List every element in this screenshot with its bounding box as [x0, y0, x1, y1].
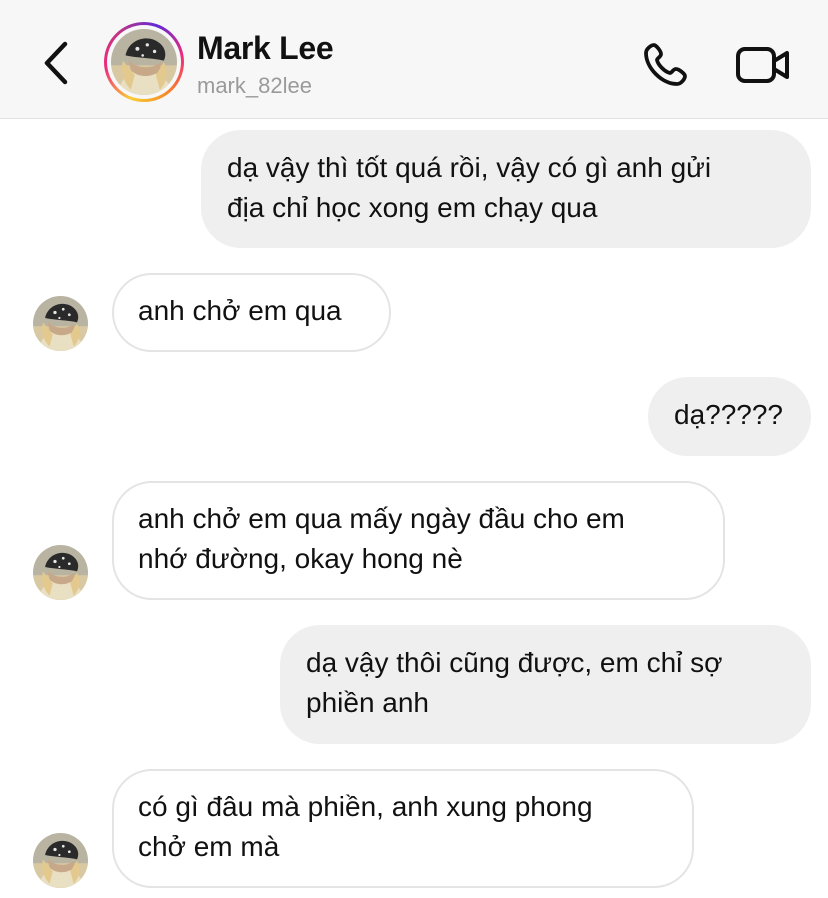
phone-icon	[644, 43, 687, 86]
chevron-left-icon	[44, 41, 68, 85]
avatar[interactable]	[33, 833, 88, 888]
video-camera-icon	[736, 47, 789, 83]
back-button[interactable]	[34, 38, 78, 88]
profile-avatar-story-ring[interactable]	[104, 22, 184, 102]
contact-name[interactable]: Mark Lee	[197, 30, 334, 67]
avatar[interactable]	[33, 296, 88, 351]
chat-header: Mark Lee mark_82lee	[0, 0, 828, 119]
incoming-message[interactable]: anh chở em qua mấy ngày đầu cho em nhớ đ…	[112, 481, 725, 600]
contact-username[interactable]: mark_82lee	[197, 73, 312, 99]
audio-call-button[interactable]	[636, 36, 694, 94]
outgoing-message[interactable]: dạ vậy thì tốt quá rồi, vậy có gì anh gử…	[201, 130, 811, 248]
message-thread[interactable]: dạ vậy thì tốt quá rồi, vậy có gì anh gử…	[0, 119, 828, 898]
avatar	[111, 29, 177, 95]
incoming-message[interactable]: anh chở em qua	[112, 273, 391, 352]
incoming-message[interactable]: có gì đâu mà phiền, anh xung phong chở e…	[112, 769, 694, 888]
video-call-button[interactable]	[732, 36, 794, 94]
outgoing-message[interactable]: dạ?????	[648, 377, 811, 456]
outgoing-message[interactable]: dạ vậy thôi cũng được, em chỉ sợ phiền a…	[280, 625, 811, 744]
avatar[interactable]	[33, 545, 88, 600]
